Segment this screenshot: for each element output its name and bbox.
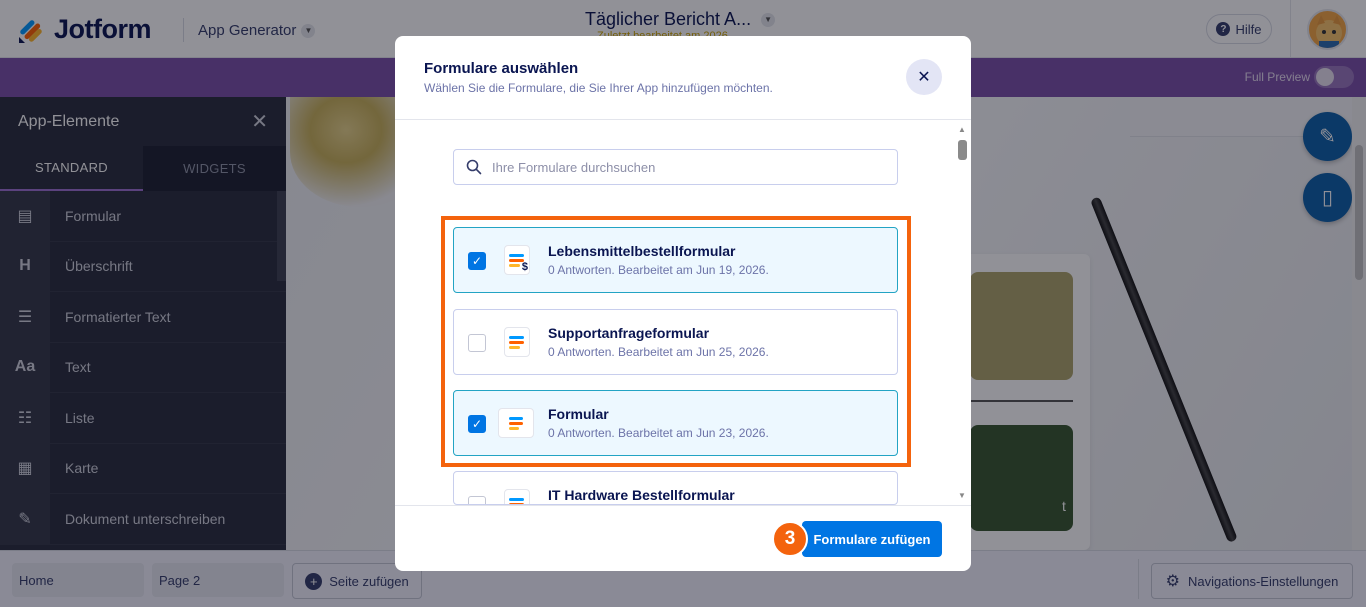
step-badge: 3 [772,521,808,557]
form-name: IT Hardware Bestellformular [548,487,735,503]
selection-highlight-box [441,216,911,467]
modal-scrollbar[interactable]: ▲ ▼ [954,120,971,505]
search-icon [466,159,482,175]
form-checkbox[interactable] [468,496,486,504]
modal-scrollbar-thumb[interactable] [958,140,967,160]
modal-title: Formulare auswählen [424,60,579,77]
scroll-down-icon[interactable]: ▼ [958,491,966,500]
search-input[interactable] [492,159,872,175]
modal-footer-divider [395,505,971,506]
form-search [453,149,898,185]
form-item-it-hardware-bestellformular[interactable]: IT Hardware Bestellformular [453,471,898,505]
form-icon [504,489,530,504]
modal-close-button[interactable]: ✕ [906,59,942,95]
close-icon: ✕ [917,69,931,86]
modal-subtitle: Wählen Sie die Formulare, die Sie Ihrer … [424,81,773,95]
add-forms-button[interactable]: Formulare zufügen [802,521,942,557]
scroll-up-icon[interactable]: ▲ [958,125,966,134]
modal-header-divider [395,119,971,120]
select-forms-modal: Formulare auswählen Wählen Sie die Formu… [395,36,971,571]
